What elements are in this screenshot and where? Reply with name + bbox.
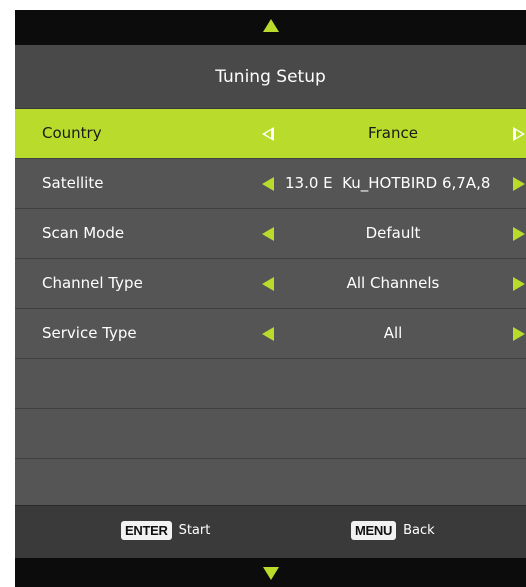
setting-row-scan-mode[interactable]: Scan Mode Default bbox=[15, 209, 526, 259]
scroll-up-arrow-icon[interactable] bbox=[263, 19, 279, 32]
arrow-left-icon[interactable] bbox=[262, 177, 274, 191]
arrow-right-icon[interactable] bbox=[513, 277, 525, 291]
settings-list: Country France Satellite 13.0 E Ku_HOTBI… bbox=[15, 109, 526, 508]
setting-label: Country bbox=[42, 124, 102, 142]
empty-row bbox=[15, 359, 526, 409]
arrow-left-icon[interactable] bbox=[262, 227, 274, 241]
arrow-left-icon[interactable] bbox=[262, 127, 274, 141]
empty-row bbox=[15, 409, 526, 459]
setting-value: All Channels bbox=[346, 274, 440, 292]
enter-hint: ENTER Start bbox=[121, 521, 210, 540]
setting-label: Service Type bbox=[42, 324, 137, 342]
setting-label: Scan Mode bbox=[42, 224, 125, 242]
setting-row-satellite[interactable]: Satellite 13.0 E Ku_HOTBIRD 6,7A,8 bbox=[15, 159, 526, 209]
setting-row-service-type[interactable]: Service Type All bbox=[15, 309, 526, 359]
arrow-right-icon[interactable] bbox=[513, 327, 525, 341]
menu-hint: MENU Back bbox=[351, 521, 435, 540]
setting-value: France bbox=[368, 124, 418, 142]
enter-action-label: Start bbox=[178, 523, 211, 538]
setting-label: Channel Type bbox=[42, 274, 143, 292]
setting-value: Default bbox=[365, 224, 421, 242]
panel-title: Tuning Setup bbox=[15, 45, 526, 109]
empty-row bbox=[15, 459, 526, 508]
setting-label: Satellite bbox=[42, 174, 104, 192]
arrow-left-icon[interactable] bbox=[262, 277, 274, 291]
scroll-down-arrow-icon[interactable] bbox=[263, 567, 279, 580]
arrow-left-icon[interactable] bbox=[262, 327, 274, 341]
enter-key-badge: ENTER bbox=[121, 521, 172, 540]
key-hint-bar: ENTER Start MENU Back bbox=[15, 505, 526, 558]
setting-row-channel-type[interactable]: Channel Type All Channels bbox=[15, 259, 526, 309]
setting-row-country[interactable]: Country France bbox=[15, 109, 526, 159]
setting-value: 13.0 E Ku_HOTBIRD 6,7A,8 bbox=[285, 174, 491, 192]
menu-key-badge: MENU bbox=[351, 521, 397, 540]
arrow-right-icon[interactable] bbox=[513, 127, 525, 141]
tuning-setup-panel: Tuning Setup Country France Satellite 13… bbox=[15, 45, 526, 558]
arrow-right-icon[interactable] bbox=[513, 177, 525, 191]
setting-value: All bbox=[383, 324, 403, 342]
tv-screen: Tuning Setup Country France Satellite 13… bbox=[15, 10, 526, 587]
arrow-right-icon[interactable] bbox=[513, 227, 525, 241]
menu-action-label: Back bbox=[403, 523, 435, 538]
